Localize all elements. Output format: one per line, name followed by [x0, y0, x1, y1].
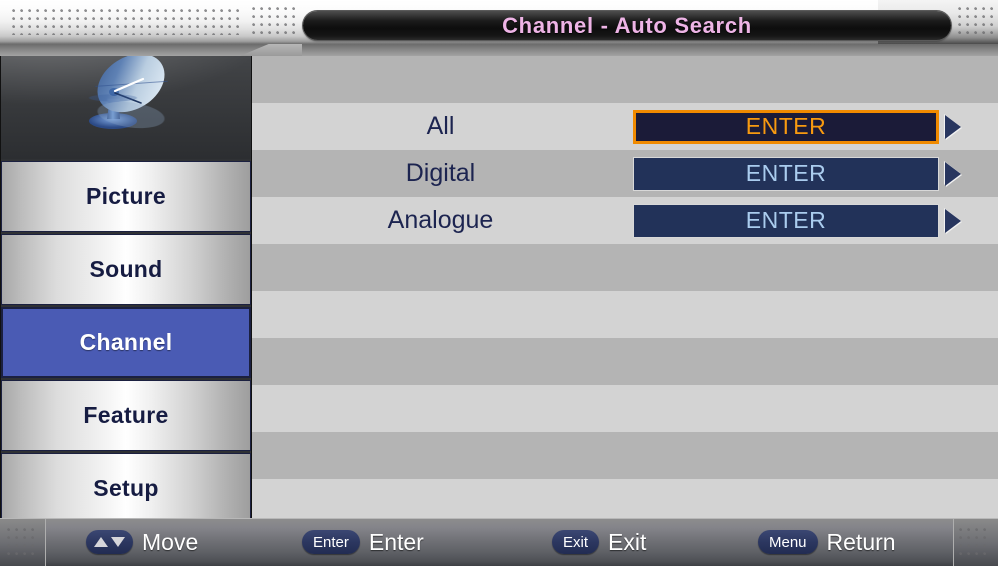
empty-row — [248, 291, 998, 338]
hint-return: Menu Return — [758, 529, 896, 556]
hint-enter: Enter Enter — [302, 529, 424, 556]
up-down-arrow-key-icon — [86, 530, 133, 554]
sidebar-item-label: Setup — [93, 475, 159, 501]
exit-key-icon: Exit — [552, 530, 600, 554]
footer-hints: Move Enter Enter Exit Exit Menu Return — [46, 518, 954, 566]
enter-button-digital[interactable]: ENTER — [633, 156, 939, 191]
arrow-up-icon — [94, 537, 108, 547]
satellite-dish-reflection — [89, 94, 165, 129]
spacer-row — [248, 56, 998, 103]
empty-row — [248, 338, 998, 385]
arrow-right-icon — [945, 161, 961, 186]
top-bar: Channel - Auto Search — [0, 0, 998, 44]
row-control-all: ENTER — [633, 109, 961, 144]
enter-key-icon: Enter — [302, 530, 360, 554]
row-label-digital: Digital — [405, 159, 476, 187]
enter-button-analogue[interactable]: ENTER — [633, 203, 939, 238]
grille-dots-icon — [252, 7, 298, 37]
row-label-all: All — [426, 112, 455, 140]
empty-row — [248, 385, 998, 432]
hint-label-exit: Exit — [608, 528, 647, 555]
sidebar-item-channel[interactable]: Channel — [1, 307, 251, 378]
hint-exit: Exit Exit — [552, 529, 646, 556]
empty-row — [248, 244, 998, 291]
hint-move: Move — [86, 529, 198, 556]
sidebar: Picture Sound Channel Feature Setup — [0, 28, 252, 520]
footer-right-pad — [953, 519, 998, 566]
header-strip — [0, 44, 998, 56]
arrow-right-icon — [945, 114, 961, 139]
empty-row — [248, 432, 998, 479]
page-title: Channel - Auto Search — [502, 12, 752, 38]
settings-row-digital[interactable]: Digital ENTER — [248, 150, 998, 197]
sidebar-item-picture[interactable]: Picture — [1, 161, 251, 232]
sidebar-item-setup[interactable]: Setup — [1, 453, 251, 519]
sidebar-item-label: Picture — [85, 183, 167, 209]
arrow-down-icon — [111, 537, 125, 547]
sidebar-item-feature[interactable]: Feature — [1, 380, 251, 451]
settings-row-all[interactable]: All ENTER — [248, 103, 998, 150]
row-control-digital: ENTER — [633, 156, 961, 191]
sidebar-item-label: Feature — [83, 402, 169, 428]
title-bar: Channel - Auto Search — [303, 11, 951, 40]
row-control-analogue: ENTER — [633, 203, 961, 238]
hint-label-move: Move — [142, 528, 199, 555]
sidebar-menu: Picture Sound Channel Feature Setup — [1, 161, 251, 519]
enter-button-all[interactable]: ENTER — [633, 109, 939, 144]
menu-key-icon: Menu — [758, 530, 818, 554]
settings-row-analogue[interactable]: Analogue ENTER — [248, 197, 998, 244]
grille-dots-icon — [12, 9, 240, 35]
hint-label-enter: Enter — [368, 528, 424, 555]
row-label-analogue: Analogue — [387, 206, 494, 234]
arrow-right-icon — [945, 208, 961, 233]
footer-left-pad — [0, 519, 46, 566]
tv-osd-screen: All ENTER Digital ENTER Analogue ENTER P… — [0, 0, 998, 566]
settings-rows-container: All ENTER Digital ENTER Analogue ENTER — [248, 56, 998, 526]
sidebar-item-sound[interactable]: Sound — [1, 234, 251, 305]
hint-label-return: Return — [826, 528, 896, 555]
sidebar-item-label: Sound — [89, 256, 163, 282]
sidebar-item-label: Channel — [79, 329, 173, 355]
